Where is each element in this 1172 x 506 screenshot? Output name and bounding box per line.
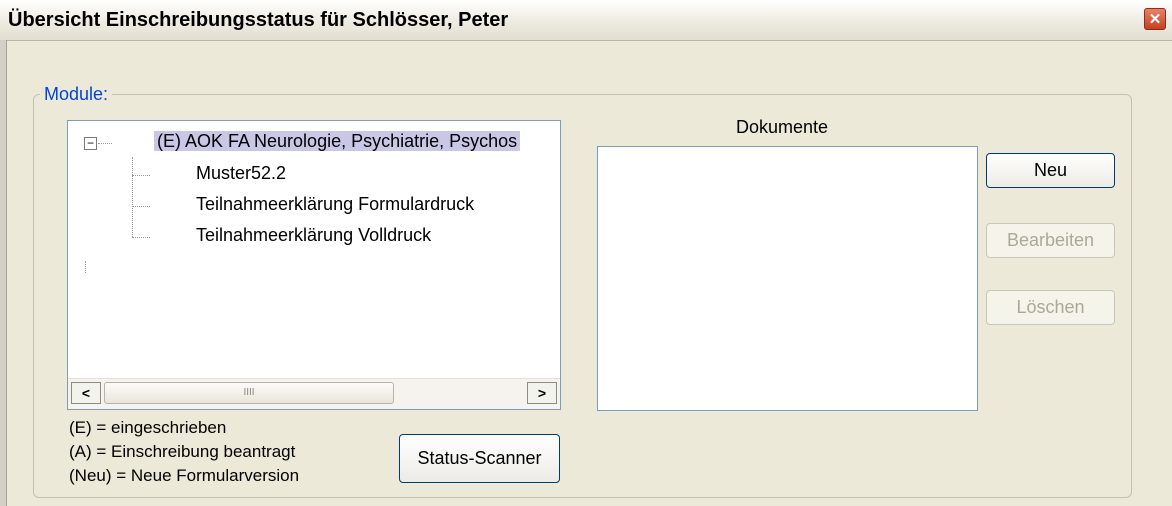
collapse-icon[interactable]: − [84,137,97,150]
scroll-left-icon[interactable]: < [71,382,101,404]
tree-connector [132,157,133,237]
tree-connector [98,143,112,144]
bearbeiten-button[interactable]: Bearbeiten [986,223,1115,258]
tree-root-item[interactable]: (E) AOK FA Neurologie, Psychiatrie, Psyc… [154,131,521,152]
horizontal-scrollbar[interactable]: < IIII > [68,378,560,409]
tree-connector [132,237,150,238]
title-bar: Übersicht Einschreibungsstatus für Schlö… [0,0,1172,41]
tree-root-label: (E) AOK FA Neurologie, Psychiatrie, Psyc… [154,131,521,151]
documents-title: Dokumente [736,117,829,137]
tree-connector [132,206,150,207]
tree-child-item[interactable]: Teilnahmeerklärung Formulardruck [196,194,474,215]
scroll-right-icon[interactable]: > [527,382,557,404]
documents-list[interactable] [597,146,978,411]
tree-child-item[interactable]: Teilnahmeerklärung Volldruck [196,225,431,246]
scroll-thumb[interactable]: IIII [104,382,394,404]
close-icon[interactable]: ✕ [1144,8,1166,30]
neu-button[interactable]: Neu [986,153,1115,188]
tree-connector [85,261,86,273]
tree-connector [132,175,150,176]
legend-line: (Neu) = Neue Formularversion [69,466,300,485]
window-left-border [0,40,7,506]
status-scanner-button[interactable]: Status-Scanner [399,434,560,483]
module-tree[interactable]: − (E) AOK FA Neurologie, Psychiatrie, Ps… [67,120,561,410]
window-title: Übersicht Einschreibungsstatus für Schlö… [8,9,509,31]
legend-line: (E) = eingeschrieben [69,418,227,437]
loeschen-button[interactable]: Löschen [986,290,1115,325]
module-group-label: Module: [40,84,113,105]
legend-line: (A) = Einschreibung beantragt [69,442,296,461]
tree-child-item[interactable]: Muster52.2 [196,163,286,184]
